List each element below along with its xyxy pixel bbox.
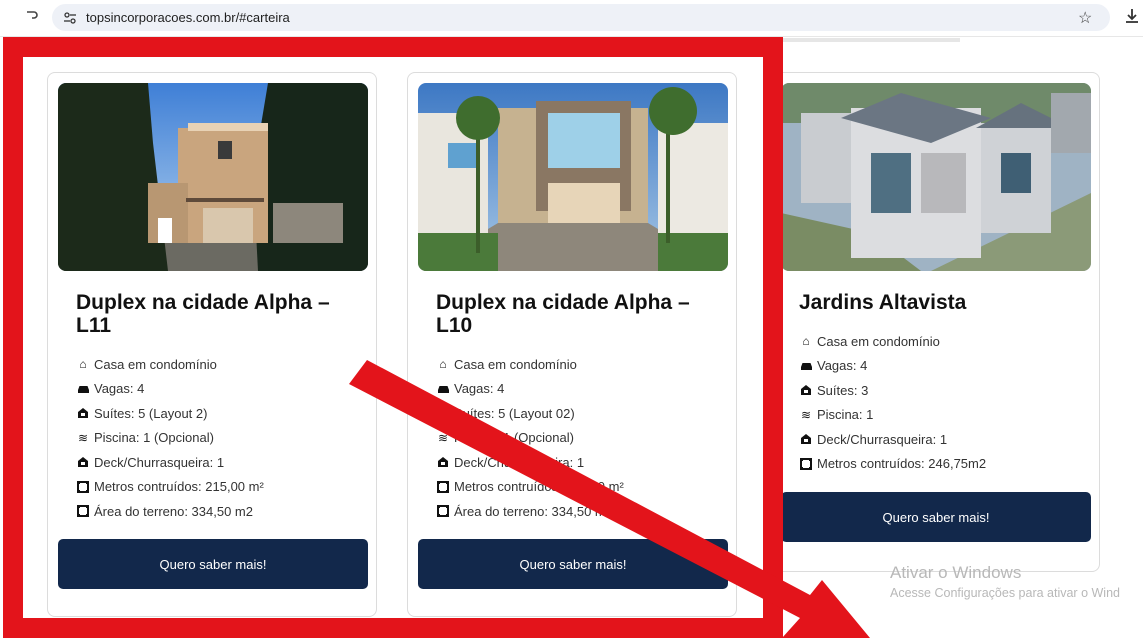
home-icon: ⌂ xyxy=(802,334,810,349)
feature-item: ≋ Piscina: 1 (Opcional) xyxy=(436,426,624,451)
car-icon xyxy=(76,383,90,395)
grill-icon xyxy=(799,433,813,445)
feature-text: Vagas: 4 xyxy=(94,381,145,397)
feature-text: Área do terreno: 334,50 m2 xyxy=(94,503,253,519)
property-title: Jardins Altavista xyxy=(799,291,967,314)
feature-text: Casa em condomínio xyxy=(454,356,577,372)
home-icon: ⌂ xyxy=(79,357,87,372)
property-photo xyxy=(58,83,368,271)
feature-item: Metros contruídos: 246,75m2 xyxy=(799,452,986,477)
site-settings-icon[interactable] xyxy=(62,10,78,26)
feature-item: Área do terreno: 334,50 m2 xyxy=(76,499,264,524)
more-info-button[interactable]: Quero saber mais! xyxy=(58,539,368,589)
address-bar[interactable]: topsincorporacoes.com.br/#carteira xyxy=(52,4,1110,31)
property-photo xyxy=(418,83,728,271)
bed-icon xyxy=(76,407,90,419)
more-info-button[interactable]: Quero saber mais! xyxy=(781,492,1091,542)
feature-item: Suítes: 5 (Layout 02) xyxy=(436,401,624,426)
feature-text: Vagas: 4 xyxy=(817,358,868,374)
property-title: Duplex na cidade Alpha – L10 xyxy=(436,291,690,337)
feature-item: Deck/Churrasqueira: 1 xyxy=(799,427,986,452)
area-icon xyxy=(76,480,90,493)
feature-item: Deck/Churrasqueira: 1 xyxy=(76,450,264,475)
feature-text: Piscina: 1 xyxy=(817,407,874,423)
car-icon xyxy=(436,383,450,395)
windows-watermark-subtitle: Acesse Configurações para ativar o Wind xyxy=(890,586,1120,600)
property-card: Duplex na cidade Alpha – L11 ⌂ Casa em co… xyxy=(47,72,377,617)
property-card: Jardins Altavista ⌂ Casa em condomínio Va… xyxy=(770,72,1100,572)
feature-list: ⌂ Casa em condomínio Vagas: 4 Suítes: 5 (… xyxy=(436,352,624,524)
feature-text: Suítes: 5 (Layout 02) xyxy=(454,405,575,421)
property-title: Duplex na cidade Alpha – L11 xyxy=(76,291,330,337)
feature-item: Vagas: 4 xyxy=(76,377,264,402)
feature-list: ⌂ Casa em condomínio Vagas: 4 Suítes: 5 (… xyxy=(76,352,264,524)
feature-list: ⌂ Casa em condomínio Vagas: 4 Suítes: 3 ≋… xyxy=(799,329,986,476)
feature-item: ⌂ Casa em condomínio xyxy=(799,329,986,354)
feature-item: Vagas: 4 xyxy=(799,354,986,379)
grill-icon xyxy=(436,456,450,468)
area-icon xyxy=(76,505,90,518)
feature-item: Área do terreno: 334,50 m2 xyxy=(436,499,624,524)
page-strip xyxy=(780,38,960,42)
feature-item: Deck/Churrasqueira: 1 xyxy=(436,450,624,475)
area-icon xyxy=(436,505,450,518)
feature-text: Casa em condomínio xyxy=(817,333,940,349)
feature-item: ⌂ Casa em condomínio xyxy=(436,352,624,377)
feature-text: Deck/Churrasqueira: 1 xyxy=(94,454,225,470)
water-icon: ≋ xyxy=(437,430,449,445)
feature-text: Metros contruídos: 215,00 m² xyxy=(454,479,624,495)
property-photo xyxy=(781,83,1091,271)
more-info-button[interactable]: Quero saber mais! xyxy=(418,539,728,589)
download-icon[interactable] xyxy=(1124,7,1142,27)
feature-text: Piscina: 1 (Opcional) xyxy=(94,430,214,446)
feature-text: Piscina: 1 (Opcional) xyxy=(454,430,574,446)
bed-icon xyxy=(799,384,813,396)
grill-icon xyxy=(76,456,90,468)
feature-text: Vagas: 4 xyxy=(454,381,505,397)
area-icon xyxy=(436,480,450,493)
feature-text: Deck/Churrasqueira: 1 xyxy=(817,431,948,447)
feature-item: ≋ Piscina: 1 (Opcional) xyxy=(76,426,264,451)
area-icon xyxy=(799,457,813,470)
feature-item: Metros contruídos: 215,00 m² xyxy=(76,475,264,500)
feature-item: Suítes: 5 (Layout 2) xyxy=(76,401,264,426)
bed-icon xyxy=(436,407,450,419)
feature-text: Metros contruídos: 215,00 m² xyxy=(94,479,264,495)
water-icon: ≋ xyxy=(77,430,89,445)
feature-item: ≋ Piscina: 1 xyxy=(799,403,986,428)
feature-text: Área do terreno: 334,50 m2 xyxy=(454,503,613,519)
bookmark-star-icon[interactable]: ☆ xyxy=(1078,8,1092,28)
car-icon xyxy=(799,360,813,372)
feature-item: Vagas: 4 xyxy=(436,377,624,402)
reload-icon[interactable] xyxy=(24,8,44,28)
feature-text: Casa em condomínio xyxy=(94,356,217,372)
browser-toolbar: topsincorporacoes.com.br/#carteira ☆ xyxy=(0,0,1143,36)
feature-item: ⌂ Casa em condomínio xyxy=(76,352,264,377)
feature-text: Deck/Churrasqueira: 1 xyxy=(454,454,585,470)
toolbar-divider xyxy=(0,36,1143,37)
property-card: Duplex na cidade Alpha – L10 ⌂ Casa em co… xyxy=(407,72,737,617)
home-icon: ⌂ xyxy=(439,357,447,372)
feature-text: Suítes: 3 xyxy=(817,382,869,398)
url-text[interactable]: topsincorporacoes.com.br/#carteira xyxy=(86,10,290,25)
feature-item: Suítes: 3 xyxy=(799,378,986,403)
water-icon: ≋ xyxy=(800,407,812,422)
windows-watermark-title: Ativar o Windows xyxy=(890,563,1022,582)
feature-text: Metros contruídos: 246,75m2 xyxy=(817,456,987,472)
feature-text: Suítes: 5 (Layout 2) xyxy=(94,405,208,421)
feature-item: Metros contruídos: 215,00 m² xyxy=(436,475,624,500)
